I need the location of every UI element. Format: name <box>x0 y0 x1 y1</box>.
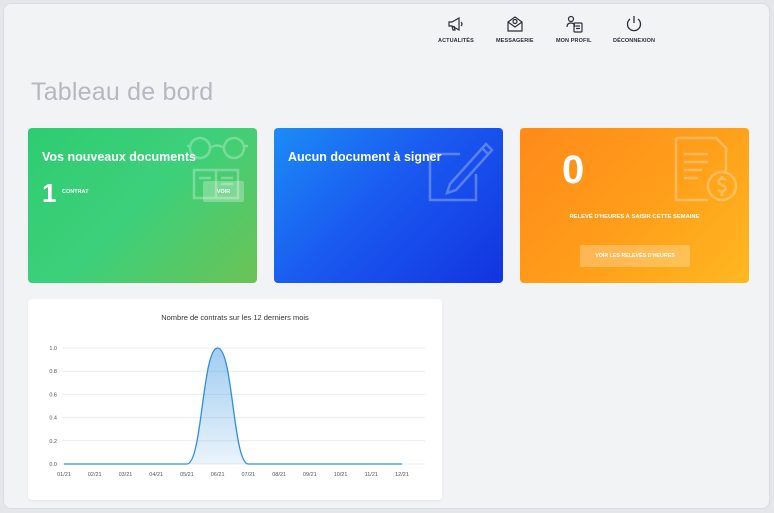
card-title: Vos nouveaux documents <box>42 150 196 164</box>
mail-icon <box>507 16 523 32</box>
nav-mon-profil[interactable]: MON PROFIL <box>556 14 592 44</box>
timesheet-card[interactable]: 0 RELEVÉ D'HEURES À SAISIR CETTE SEMAINE… <box>520 128 749 283</box>
sign-pen-icon <box>428 142 494 202</box>
x-tick-label: 12/21 <box>395 472 409 478</box>
x-tick-label: 07/21 <box>241 472 255 478</box>
page-title: Tableau de bord <box>31 78 214 106</box>
nav-messagerie[interactable]: MESSAGERIE <box>496 14 534 44</box>
voir-releves-button[interactable]: VOIR LES RELEVÉS D'HEURES <box>580 245 690 267</box>
sign-documents-card[interactable]: Aucun document à signer <box>274 128 503 283</box>
nav-actualites[interactable]: ACTUALITÉS <box>438 14 474 44</box>
x-tick-label: 01/21 <box>57 472 71 478</box>
nav-label: MON PROFIL <box>556 38 592 44</box>
invoice-dollar-icon <box>674 136 738 202</box>
app-window: ACTUALITÉS MESSAGERIE MON PROFIL DÉCONNE… <box>3 3 770 509</box>
x-tick-label: 06/21 <box>211 472 225 478</box>
contracts-chart: 0.0 0.2 0.4 0.6 0.8 1.0 01/21 02/21 03/21 04/21 05… <box>49 346 425 478</box>
x-tick-label: 09/21 <box>303 472 317 478</box>
power-icon <box>626 16 642 32</box>
x-tick-label: 05/21 <box>180 472 194 478</box>
nav-label: MESSAGERIE <box>496 38 534 44</box>
contract-count-label: CONTRAT <box>62 189 89 195</box>
nav-label: DÉCONNEXION <box>613 38 656 44</box>
y-tick-label: 0.4 <box>49 416 57 422</box>
x-tick-label: 04/21 <box>149 472 163 478</box>
x-tick-label: 11/21 <box>365 472 378 478</box>
x-tick-label: 08/21 <box>272 472 286 478</box>
nav-label: ACTUALITÉS <box>438 38 474 44</box>
y-tick-label: 0.2 <box>49 439 57 445</box>
y-tick-label: 0.6 <box>49 392 57 398</box>
contract-count: 1 <box>42 178 57 208</box>
timesheet-count: 0 <box>562 148 585 192</box>
profile-icon <box>566 15 583 33</box>
y-tick-label: 1.0 <box>49 346 57 352</box>
y-tick-label: 0.8 <box>49 369 57 375</box>
timesheet-label: RELEVÉ D'HEURES À SAISIR CETTE SEMAINE <box>569 214 700 220</box>
x-tick-label: 10/21 <box>334 472 348 478</box>
x-tick-label: 03/21 <box>119 472 133 478</box>
nav-deconnexion[interactable]: DÉCONNEXION <box>613 14 655 44</box>
contracts-chart-card: Nombre de contrats sur les 12 derniers m… <box>28 299 442 500</box>
megaphone-icon <box>448 16 463 32</box>
voir-button[interactable]: VOIR <box>203 181 244 202</box>
y-tick-label: 0.0 <box>49 462 57 468</box>
new-documents-card[interactable]: Vos nouveaux documents 1 CONTRAT VOIR <box>28 128 257 283</box>
x-tick-label: 02/21 <box>88 472 102 478</box>
card-title: Aucun document à signer <box>288 150 442 164</box>
